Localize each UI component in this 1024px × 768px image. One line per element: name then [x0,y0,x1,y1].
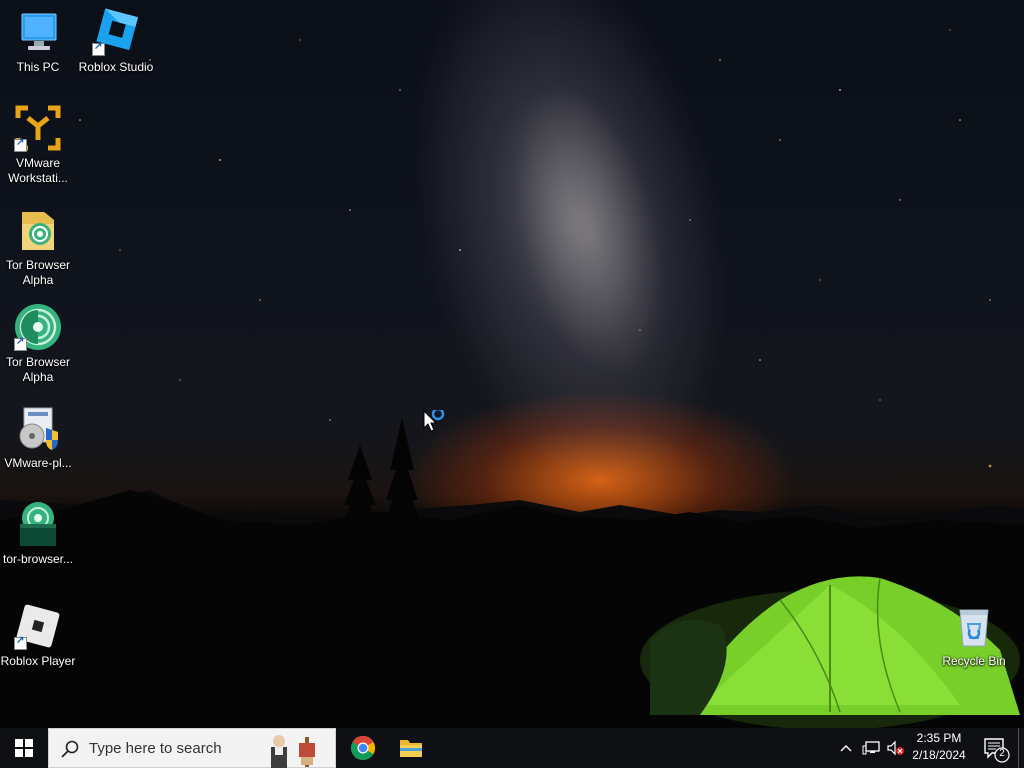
busy-cursor [423,407,447,439]
search-icon [61,740,79,763]
desktop-icon-tor-browser-folder[interactable]: Tor Browser Alpha [0,206,76,288]
volume-button[interactable] [886,728,904,768]
desktop-icon-label: VMware-pl... [4,456,72,470]
taskbar-chrome-button[interactable] [340,728,386,768]
stars [79,29,992,468]
desktop-icon-label: VMware Workstati... [8,156,68,185]
desktop-icon-tor-installer[interactable]: tor-browser... [0,500,76,567]
this-pc-icon [14,8,62,56]
pointer-busy-icon [423,407,445,432]
show-desktop-button[interactable] [1018,728,1024,768]
desktop-icon-vmware-workstation[interactable]: VMware Workstati... [0,104,76,186]
network-status-button[interactable] [862,728,880,768]
taskbar-clock[interactable]: 2:35 PM 2/18/2024 [905,730,973,764]
desktop-icon-label: Tor Browser Alpha [5,258,70,287]
desktop-icon-label: tor-browser... [2,552,74,566]
desktop-icon-label: This PC [16,60,60,74]
volume-muted-icon [887,740,904,756]
search-placeholder: Type here to search [89,740,222,757]
desktop-icon-label: Recycle Bin [942,654,1006,668]
desktop-icon-roblox-player[interactable]: Roblox Player [0,602,76,669]
roblox-studio-icon [92,8,140,56]
desktop-icon-roblox-studio[interactable]: Roblox Studio [78,8,154,75]
desktop-icon-label: Roblox Player [0,654,76,668]
file-explorer-icon [400,740,422,757]
shortcut-arrow-icon [92,41,105,56]
notification-count-badge: 2 [999,748,1005,759]
recycle-bin-icon [950,602,998,650]
desktop-icon-this-pc[interactable]: This PC [0,8,76,75]
desktop-icon-label: Roblox Studio [78,60,154,74]
search-highlight-illustration [261,729,331,768]
desktop-icon-tor-browser[interactable]: Tor Browser Alpha [0,303,76,385]
start-button[interactable] [0,728,48,768]
chevron-up-icon [840,745,852,752]
notification-icon [984,738,1010,763]
taskbar-file-explorer-button[interactable] [388,728,434,768]
tor-folder-icon [14,206,62,254]
chrome-icon [350,736,376,761]
windows-logo-icon [15,739,33,757]
vmware-installer-icon [14,404,62,452]
tor-installer-icon [14,500,62,548]
desktop-icon-recycle-bin[interactable]: Recycle Bin [936,602,1012,669]
clock-date: 2/18/2024 [912,748,966,762]
desktop-icon-label: Tor Browser Alpha [5,355,70,384]
shortcut-arrow-icon [14,336,27,351]
shortcut-arrow-icon [14,635,27,650]
desktop-icon-vmware-installer[interactable]: VMware-pl... [0,404,76,471]
shortcut-arrow-icon [14,137,27,152]
taskbar-search-box[interactable]: Type here to search [48,728,336,768]
tor-browser-icon [14,303,62,351]
taskbar: Type here to search 2:35 PM 2/18/2024 2 [0,728,1024,768]
vmware-workstation-icon [14,104,62,152]
show-hidden-icons-button[interactable] [838,728,854,768]
wallpaper-landscape [0,29,1024,728]
action-center-button[interactable]: 2 [978,728,1012,768]
network-icon [862,741,880,755]
roblox-player-icon [14,602,62,650]
clock-time: 2:35 PM [916,731,962,745]
desktop-wallpaper [0,0,1024,728]
